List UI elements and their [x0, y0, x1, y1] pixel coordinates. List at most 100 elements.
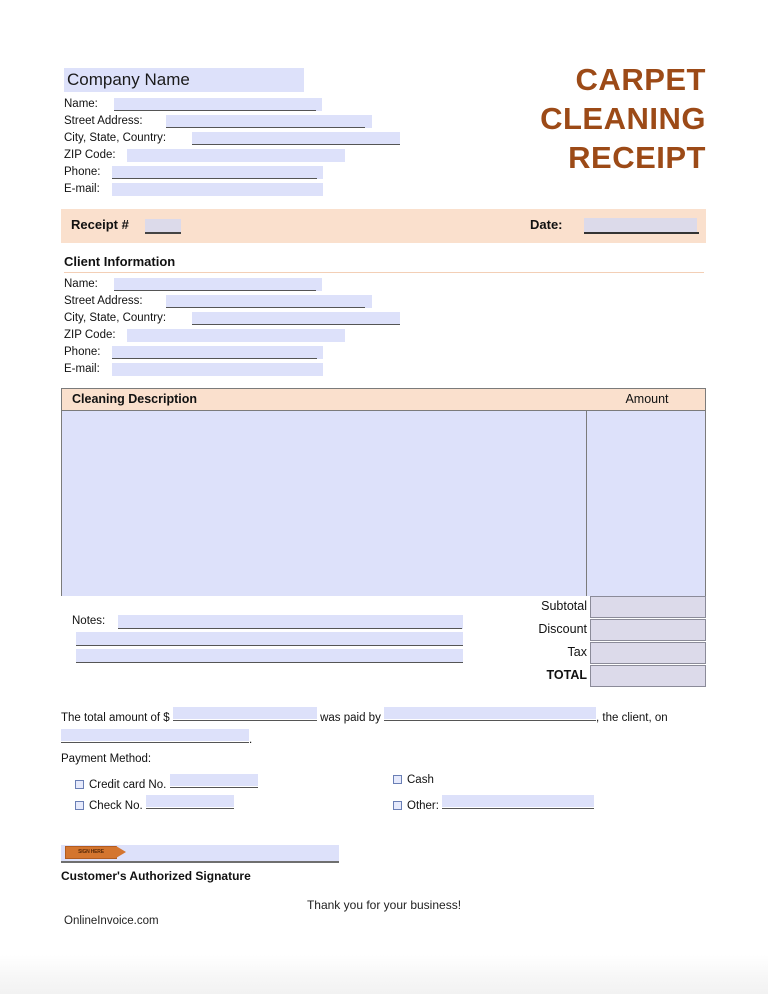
company-field-street[interactable]: Street Address: — [64, 113, 384, 130]
receipt-number-underline — [145, 232, 181, 234]
other-value-field[interactable] — [442, 794, 595, 809]
company-field-phone-underline — [112, 178, 317, 179]
check-number-underline — [145, 808, 234, 809]
payment-statement-part-4: . — [249, 734, 253, 746]
cash-checkbox[interactable] — [393, 775, 402, 785]
company-information-block: Company Name Name: Street Address: City,… — [64, 68, 400, 198]
column-header-amount: Amount — [625, 392, 669, 406]
payment-statement-part-1: The total amount of $ — [61, 712, 170, 724]
company-field-city-label: City, State, Country: — [64, 130, 169, 147]
subtotal-label: Subtotal — [541, 599, 587, 613]
payment-statement-date-field[interactable] — [61, 728, 249, 743]
company-field-city[interactable]: City, State, Country: — [64, 130, 400, 147]
other-label: Other: — [407, 800, 439, 812]
totals-row-tax: Tax — [470, 642, 706, 665]
company-field-name-label: Name: — [64, 96, 100, 113]
notes-label: Notes: — [72, 615, 108, 627]
thank-you-message: Thank you for your business! — [306, 898, 462, 912]
check-number-fill — [145, 795, 234, 807]
page-title-line-2: CLEANING — [540, 101, 706, 136]
credit-card-number-field[interactable] — [169, 773, 258, 788]
company-name-field[interactable]: Company Name — [64, 68, 384, 92]
client-field-email[interactable]: E-mail: — [64, 361, 464, 378]
receipt-number-label: Receipt # — [71, 217, 129, 232]
other-checkbox[interactable] — [393, 801, 402, 811]
payment-statement: The total amount of $ was paid by , the … — [61, 706, 709, 750]
client-field-phone-underline — [112, 358, 317, 359]
company-field-name[interactable]: Name: — [64, 96, 384, 113]
client-field-phone[interactable]: Phone: — [64, 344, 464, 361]
total-value[interactable] — [590, 665, 706, 687]
cleaning-description-table: Cleaning Description Amount — [61, 388, 706, 596]
notes-line-2-underline — [76, 645, 463, 646]
check-number-field[interactable] — [145, 794, 234, 809]
client-field-email-fill — [112, 363, 323, 376]
amount-entry-area[interactable] — [587, 411, 705, 596]
client-information-heading: Client Information — [64, 254, 176, 269]
date-underline — [584, 232, 699, 234]
client-information-block: Client Information Name: Street Address:… — [64, 253, 704, 378]
payment-statement-payer-underline — [384, 720, 597, 721]
client-field-zip-label: ZIP Code: — [64, 327, 118, 344]
client-section-divider — [64, 272, 704, 273]
tax-value[interactable] — [590, 642, 706, 664]
payment-option-cash[interactable]: Cash — [393, 773, 434, 788]
payment-method-row-1: Credit card No. Cash — [61, 773, 709, 794]
client-field-street[interactable]: Street Address: — [64, 293, 464, 310]
payment-option-other[interactable]: Other: — [393, 794, 595, 814]
company-field-phone[interactable]: Phone: — [64, 164, 384, 181]
notes-line-1-underline — [118, 628, 462, 629]
company-field-email-label: E-mail: — [64, 181, 102, 198]
page-title-line-3: RECEIPT — [568, 140, 706, 175]
payment-statement-part-3: , the client, on — [596, 712, 668, 724]
tax-label: Tax — [567, 645, 587, 659]
client-field-email-label: E-mail: — [64, 361, 102, 378]
company-field-city-underline — [192, 144, 400, 145]
payment-option-check[interactable]: Check No. — [75, 794, 234, 814]
payment-statement-amount-fill — [172, 707, 317, 719]
company-field-phone-label: Phone: — [64, 164, 103, 181]
subtotal-value[interactable] — [590, 596, 706, 618]
company-field-zip[interactable]: ZIP Code: — [64, 147, 384, 164]
table-header-row: Cleaning Description Amount — [62, 389, 705, 411]
brand-footer: OnlineInvoice.com — [64, 915, 159, 927]
payment-method-block: Payment Method: Credit card No. Cash Che… — [61, 752, 709, 815]
signature-caption: Customer's Authorized Signature — [61, 869, 251, 883]
notes-line-3[interactable] — [76, 649, 463, 663]
payment-statement-date-underline — [61, 742, 249, 743]
client-field-zip[interactable]: ZIP Code: — [64, 327, 464, 344]
discount-value[interactable] — [590, 619, 706, 641]
payment-option-credit-card[interactable]: Credit card No. — [75, 773, 258, 793]
receipt-page: Company Name Name: Street Address: City,… — [0, 0, 768, 994]
company-field-zip-label: ZIP Code: — [64, 147, 118, 164]
client-field-street-underline — [166, 307, 365, 308]
payment-method-title: Payment Method: — [61, 753, 152, 765]
other-value-fill — [442, 795, 595, 807]
discount-label: Discount — [538, 622, 587, 636]
company-field-email-fill — [112, 183, 323, 196]
client-field-city-label: City, State, Country: — [64, 310, 169, 327]
company-field-email[interactable]: E-mail: — [64, 181, 384, 198]
notes-line-2[interactable] — [76, 632, 463, 646]
payment-statement-payer-fill — [384, 707, 597, 719]
credit-card-checkbox[interactable] — [75, 780, 84, 790]
date-label: Date: — [530, 217, 563, 232]
payment-statement-payer-field[interactable] — [384, 706, 597, 721]
client-field-phone-label: Phone: — [64, 344, 103, 361]
client-field-name[interactable]: Name: — [64, 276, 464, 293]
description-entry-area[interactable] — [62, 411, 587, 596]
totals-row-total: TOTAL — [470, 665, 706, 688]
cash-label: Cash — [407, 774, 434, 786]
date-input[interactable] — [584, 218, 697, 232]
signature-underline — [61, 861, 339, 863]
check-checkbox[interactable] — [75, 801, 84, 811]
credit-card-number-fill — [169, 774, 258, 786]
notes-line-1[interactable] — [118, 615, 463, 629]
payment-statement-part-2: was paid by — [320, 712, 381, 724]
client-field-city[interactable]: City, State, Country: — [64, 310, 464, 327]
payment-statement-amount-field[interactable] — [172, 706, 317, 721]
receipt-number-input[interactable] — [145, 219, 181, 232]
credit-card-number-underline — [169, 787, 258, 788]
payment-method-row-2: Check No. Other: — [61, 794, 709, 815]
check-label: Check No. — [89, 800, 143, 812]
